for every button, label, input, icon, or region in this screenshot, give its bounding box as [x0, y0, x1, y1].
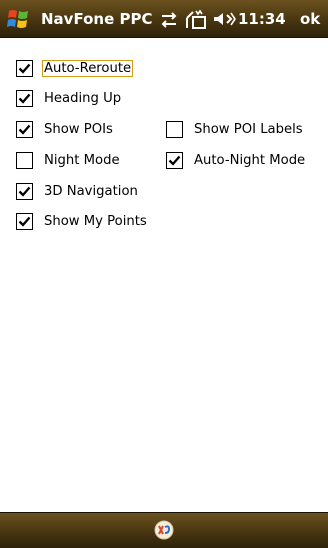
night-mode-checkbox[interactable]: [16, 151, 33, 169]
option-label: Heading Up: [44, 90, 122, 106]
keyboard-sip-icon[interactable]: [152, 518, 176, 542]
heading-up-checkbox[interactable]: [16, 89, 33, 107]
option-heading-up[interactable]: Heading Up: [16, 87, 123, 109]
show-my-points-checkbox[interactable]: [16, 212, 33, 230]
soft-key-bar: [0, 512, 328, 548]
option-label: 3D Navigation: [44, 183, 138, 199]
option-label: Night Mode: [44, 152, 120, 168]
auto-night-mode-checkbox[interactable]: [166, 151, 183, 169]
connectivity-icon[interactable]: [158, 11, 180, 29]
option-show-pois[interactable]: Show POIs: [16, 118, 115, 140]
option-night-mode[interactable]: Night Mode: [16, 149, 122, 171]
ok-button[interactable]: ok: [300, 10, 320, 28]
option-label: Show POI Labels: [194, 121, 303, 137]
option-auto-night-mode[interactable]: Auto-Night Mode: [166, 149, 307, 171]
windows-start-icon[interactable]: [6, 7, 32, 31]
option-label: Auto-Night Mode: [194, 152, 306, 168]
show-poi-labels-checkbox[interactable]: [166, 120, 183, 138]
option-3d-navigation[interactable]: 3D Navigation: [16, 180, 140, 202]
3d-navigation-checkbox[interactable]: [16, 182, 33, 200]
show-pois-checkbox[interactable]: [16, 120, 33, 138]
option-label: Auto-Reroute: [42, 59, 134, 77]
volume-icon[interactable]: [212, 10, 236, 28]
clock[interactable]: 11:34: [238, 10, 286, 28]
option-label: Show My Points: [44, 213, 147, 229]
option-label: Show POIs: [44, 121, 113, 137]
option-show-poi-labels[interactable]: Show POI Labels: [166, 118, 305, 140]
title-bar: NavFone PPC 11:34 ok: [0, 0, 328, 38]
option-auto-reroute[interactable]: Auto-Reroute: [16, 57, 134, 79]
signal-off-icon[interactable]: [184, 8, 208, 30]
option-show-my-points[interactable]: Show My Points: [16, 210, 149, 232]
auto-reroute-checkbox[interactable]: [16, 59, 33, 77]
app-title: NavFone PPC: [41, 10, 153, 28]
